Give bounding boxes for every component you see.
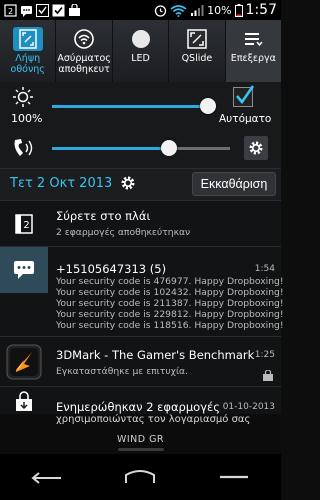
notification-messages[interactable]: +15105647313 (5) 1:54 Your security code… [0, 246, 284, 336]
notification-time: 01-10-2013 [222, 402, 275, 412]
volume-row [0, 128, 281, 168]
current-date: Τετ 2 Οκτ 2013 [10, 176, 113, 191]
qslide-notification-icon: 2 [0, 201, 48, 247]
message-line: Your security code is 476977. Happy Drop… [56, 276, 284, 287]
notification-time: 1:54 [254, 264, 275, 274]
svg-text:2: 2 [23, 220, 29, 231]
clear-notifications-button[interactable]: Εκκαθάριση [192, 172, 276, 196]
notification-3dmark[interactable]: 3DMark - The Gamer's Benchmark 1:25 Εγκα… [0, 336, 281, 386]
sound-settings-gear-icon[interactable] [244, 136, 268, 160]
brightness-row: 100% Αυτόματο [0, 82, 281, 128]
wireless-storage-icon [69, 27, 99, 51]
message-line: Your security code is 102432. Happy Drop… [56, 287, 284, 298]
auto-brightness-checkbox[interactable] [233, 85, 255, 107]
edit-icon [238, 27, 268, 51]
auto-brightness-label: Αυτόματο [219, 113, 272, 125]
home-icon [125, 470, 156, 483]
volume-slider-fill [52, 147, 170, 150]
quick-settings-bar: Λήψη οθόνης Ασύρματος αποθηκευτ LED QSli… [0, 20, 282, 82]
3dmark-app-icon [0, 337, 48, 387]
background-text: χρησιμοποιώντας τον λογαριασμό σας [56, 414, 251, 425]
quick-setting-led[interactable]: LED [113, 20, 170, 82]
status-right: 10% 1:57 [154, 2, 277, 18]
battery-icon [234, 3, 243, 17]
message-line: Your security code is 118516. Happy Drop… [56, 320, 284, 331]
status-left: 2 [4, 3, 81, 17]
qslide-icon [182, 27, 212, 51]
wifi-icon [170, 4, 187, 17]
volume-slider-thumb[interactable] [161, 140, 178, 156]
menu-icon [220, 475, 249, 479]
notification-qslide[interactable]: 2 Σύρετε στο πλάι 2 εφαρμογές αποθηκεύτη… [0, 200, 281, 246]
message-line: Your security code is 211387. Happy Drop… [56, 298, 284, 309]
quick-setting-wireless-storage[interactable]: Ασύρματος αποθηκευτ [56, 20, 113, 82]
led-icon [126, 27, 156, 51]
alarm-icon [154, 4, 167, 17]
date-row: Τετ 2 Οκτ 2013 Εκκαθάριση [0, 168, 281, 200]
carrier-name: WIND GR [116, 434, 165, 445]
quick-setting-label: LED [131, 53, 150, 64]
screenshot-icon [12, 27, 43, 51]
notification-title: Σύρετε στο πλάι [56, 209, 151, 223]
store-icon [0, 387, 48, 415]
qslide-count-icon: 2 [4, 3, 17, 17]
quick-setting-label: Επεξεργα [230, 53, 276, 64]
navigation-bar [0, 454, 281, 500]
notification-time: 1:25 [254, 350, 275, 360]
signal-icon [190, 4, 204, 17]
quick-setting-qslide[interactable]: QSlide [169, 20, 226, 82]
message-notification-icon [0, 247, 48, 293]
message-line: Your security code is 229812. Happy Drop… [56, 309, 284, 320]
3dmark-icon [36, 3, 49, 17]
settings-gear-icon[interactable] [118, 173, 138, 193]
message-icon [20, 4, 33, 17]
quick-setting-screenshot[interactable]: Λήψη οθόνης [0, 20, 57, 82]
menu-button[interactable] [204, 462, 264, 492]
notification-updates[interactable]: Ενημερώθηκαν 2 εφαρμογές 01-10-2013 [0, 386, 281, 414]
back-arrow-icon [31, 472, 61, 484]
svg-text:2: 2 [8, 7, 13, 16]
ringtone-volume-icon [11, 137, 37, 163]
brightness-icon [11, 86, 35, 112]
check-icon [52, 4, 65, 17]
notification-title: 3DMark - The Gamer's Benchmark [56, 348, 255, 362]
quick-setting-edit[interactable]: Επεξεργα [225, 20, 282, 82]
store-small-icon [262, 367, 274, 386]
home-button[interactable] [110, 462, 170, 492]
notification-title: Ενημερώθηκαν 2 εφαρμογές [56, 400, 220, 414]
notification-title: +15105647313 (5) [56, 262, 167, 276]
brightness-slider-fill [52, 105, 208, 108]
brightness-slider-thumb[interactable] [200, 98, 216, 114]
store-icon [68, 3, 81, 17]
notification-subtitle: Εγκαταστάθηκε με επιτυχία. [56, 366, 189, 377]
quick-setting-label: Ασύρματος αποθηκευτ [57, 53, 111, 75]
clock: 1:57 [245, 2, 277, 18]
brightness-percent: 100% [11, 112, 43, 125]
drag-handle[interactable] [118, 448, 164, 451]
battery-percent: 10% [207, 3, 232, 17]
notification-subtitle: 2 εφαρμογές αποθηκεύτηκαν [56, 227, 191, 238]
status-bar: 2 10% 1:57 [0, 0, 281, 20]
quick-setting-label: QSlide [181, 53, 213, 64]
back-button[interactable] [17, 462, 77, 492]
quick-setting-label: Λήψη οθόνης [10, 53, 45, 75]
